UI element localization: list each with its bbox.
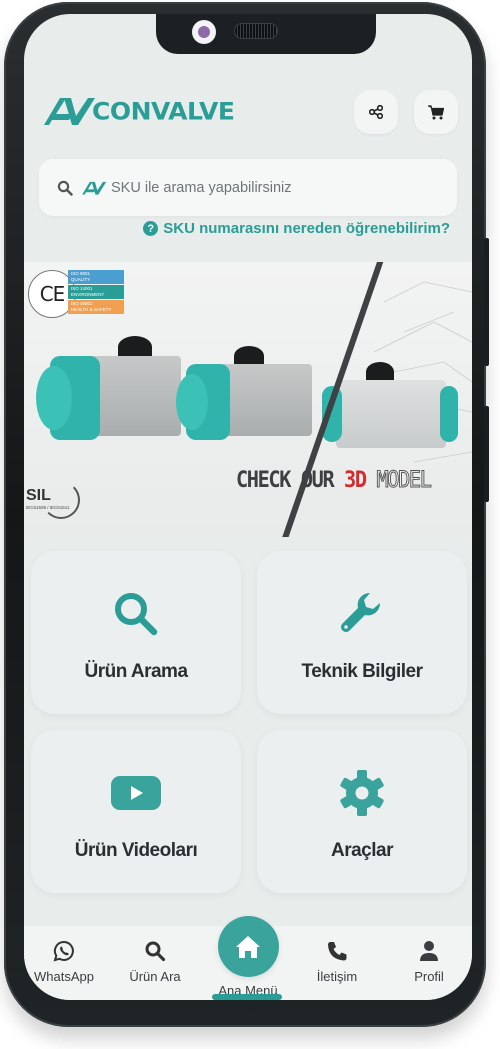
notch — [156, 14, 376, 54]
active-tab-indicator — [212, 994, 282, 1000]
logo-mark-icon — [82, 181, 107, 195]
home-button[interactable] — [217, 916, 279, 977]
sil-badge: SIL IEC61508 / IEC61511 — [26, 481, 80, 519]
gear-icon — [340, 770, 384, 816]
check-3d-model-cta[interactable]: CHECK OUR 3D MODEL — [236, 468, 432, 494]
whatsapp-icon — [53, 940, 74, 962]
app-screen: CONVALVE SKU ile arama yapabilirsiniz ? … — [24, 14, 472, 1000]
actuator-image — [176, 342, 316, 442]
tile-label: Teknik Bilgiler — [301, 661, 423, 682]
sil-check-ring — [42, 481, 80, 519]
search-placeholder: SKU ile arama yapabilirsiniz — [111, 179, 292, 196]
phone-icon — [328, 942, 347, 961]
tile-label: Ürün Arama — [84, 661, 188, 682]
sku-help-text: SKU numarasını nereden öğrenebilirim? — [163, 220, 450, 237]
sku-search-input[interactable]: SKU ile arama yapabilirsiniz — [39, 159, 457, 216]
nav-label: İletişim — [316, 969, 358, 984]
tile-label: Ürün Videoları — [74, 840, 198, 861]
earpiece-speaker — [234, 23, 278, 39]
nav-urun-ara[interactable]: Ürün Ara — [115, 938, 195, 984]
tile-urun-arama[interactable]: Ürün Arama — [31, 551, 241, 714]
nav-iletisim[interactable]: İletişim — [297, 938, 377, 984]
wrench-icon — [341, 592, 381, 632]
power-button — [484, 406, 489, 502]
nav-ana-menu[interactable]: Ana Menü — [208, 916, 288, 998]
certifications-badge: CE ISO 9001 QUALITY ISO 14001 ENVIRONMENT … — [28, 266, 128, 322]
video-play-icon — [111, 776, 161, 810]
iso-14001-badge: ISO 14001 ENVIRONMENT — [68, 285, 124, 299]
sku-help-link[interactable]: ? SKU numarasını nereden öğrenebilirim? — [143, 220, 450, 237]
share-icon — [369, 105, 383, 119]
tile-teknik-bilgiler[interactable]: Teknik Bilgiler — [257, 551, 467, 714]
cta-highlight: 3D — [344, 468, 367, 493]
actuator-image — [36, 332, 186, 442]
iso-9001-badge: ISO 9001 QUALITY — [68, 270, 124, 284]
tile-araclar[interactable]: Araçlar — [257, 730, 467, 893]
brand-logo[interactable]: CONVALVE — [42, 94, 235, 128]
cart-icon — [428, 104, 444, 119]
brand-name: CONVALVE — [92, 97, 235, 125]
logo-mark-icon — [44, 98, 95, 125]
promo-banner[interactable]: CE ISO 9001 QUALITY ISO 14001 ENVIRONMENT … — [24, 262, 472, 537]
search-icon — [115, 593, 158, 636]
front-camera — [192, 20, 216, 44]
search-icon — [145, 941, 166, 962]
user-icon — [420, 941, 438, 961]
nav-label: WhatsApp — [34, 969, 94, 984]
nav-label: Ürün Ara — [129, 969, 181, 984]
iso-45001-badge: ISO 45001 HEALTH & SAFETY — [68, 300, 124, 314]
nav-profil[interactable]: Profil — [389, 938, 469, 984]
share-button[interactable] — [354, 90, 398, 134]
search-icon — [57, 180, 73, 196]
help-icon: ? — [143, 221, 159, 236]
home-icon — [236, 935, 260, 958]
tile-urun-videolari[interactable]: Ürün Videoları — [31, 730, 241, 893]
nav-label: Profil — [414, 969, 444, 984]
volume-button — [484, 238, 489, 366]
nav-whatsapp[interactable]: WhatsApp — [24, 938, 104, 984]
tile-label: Araçlar — [331, 840, 394, 861]
app-header: CONVALVE — [24, 84, 472, 144]
cart-button[interactable] — [414, 90, 458, 134]
